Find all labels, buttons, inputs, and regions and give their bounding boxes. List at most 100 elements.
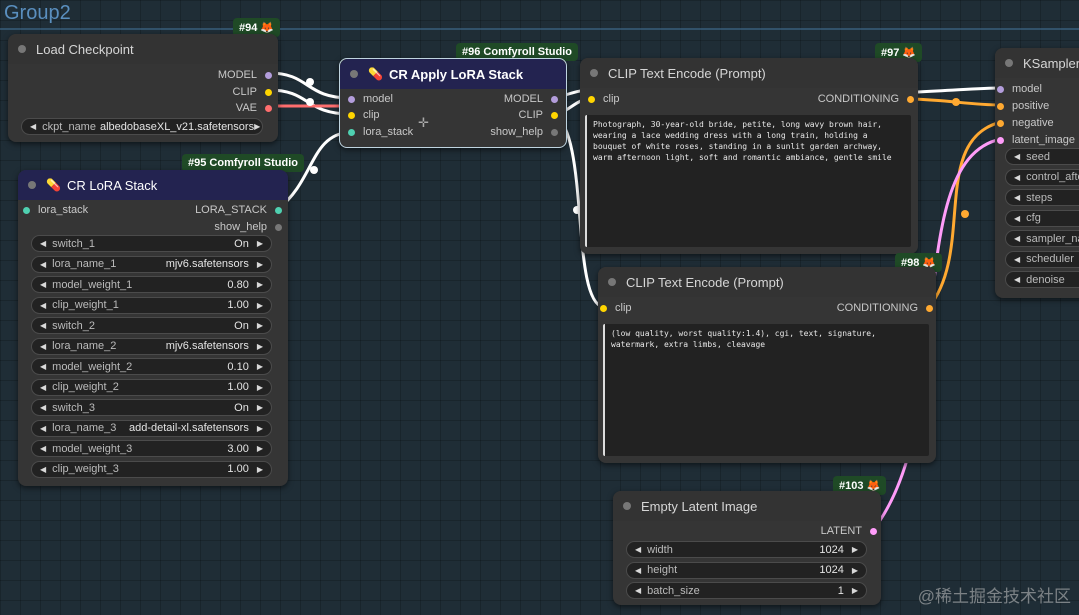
arrow-right-icon[interactable]: ▶ (257, 239, 263, 248)
empty-latent-image-node[interactable]: Empty Latent Image LATENT ◀ width 1024 ▶ ◀ he… (613, 491, 881, 605)
arrow-left-icon[interactable]: ◀ (40, 444, 46, 453)
input-negative[interactable]: negative (997, 117, 1054, 129)
widget-combo[interactable]: ◀ model_weight_1 0.80 ▶ (31, 276, 272, 293)
arrow-left-icon[interactable]: ◀ (40, 383, 46, 392)
arrow-right-icon[interactable]: ▶ (257, 260, 263, 269)
arrow-right-icon[interactable]: ▶ (257, 383, 263, 392)
collapse-dot[interactable] (1005, 59, 1013, 67)
input-lora-stack[interactable]: lora_stack (23, 204, 88, 216)
node-title-bar[interactable]: 💊 CR Apply LoRA Stack (340, 59, 566, 89)
input-lora-stack[interactable]: lora_stack (348, 126, 413, 138)
load-checkpoint-node[interactable]: Load Checkpoint MODEL CLIP VAE ◀ ckpt_na… (8, 34, 278, 142)
widget-combo[interactable]: ◀ clip_weight_3 1.00 ▶ (31, 460, 272, 478)
arrow-right-icon[interactable]: ▶ (257, 403, 263, 412)
arrow-left-icon[interactable]: ◀ (635, 586, 641, 595)
arrow-right-icon[interactable]: ▶ (257, 444, 263, 453)
collapse-dot[interactable] (608, 278, 616, 286)
node-title-bar[interactable]: KSampler (995, 48, 1079, 78)
ksampler-node[interactable]: KSampler model positive negative latent_… (995, 48, 1079, 298)
collapse-dot[interactable] (623, 502, 631, 510)
arrow-right-icon[interactable]: ▶ (257, 301, 263, 310)
widget-combo[interactable]: ◀ height 1024 ▶ (626, 561, 867, 579)
widget-combo[interactable]: ◀ batch_size 1 ▶ (626, 582, 867, 599)
widget-combo[interactable]: ◀ cfg (1005, 209, 1079, 227)
output-latent[interactable]: LATENT (821, 525, 877, 537)
arrow-right-icon[interactable]: ▶ (257, 280, 263, 289)
node-title-bar[interactable]: CLIP Text Encode (Prompt) (580, 58, 918, 88)
node-title-bar[interactable]: Empty Latent Image (613, 491, 881, 521)
arrow-left-icon[interactable]: ◀ (1014, 275, 1020, 284)
output-clip[interactable]: CLIP (233, 86, 272, 98)
node-title-bar[interactable]: Load Checkpoint (8, 34, 278, 64)
arrow-right-icon[interactable]: ▶ (257, 362, 263, 371)
clip-text-encode-positive-node[interactable]: CLIP Text Encode (Prompt) clip CONDITION… (580, 58, 918, 254)
arrow-left-icon[interactable]: ◀ (1014, 173, 1020, 182)
widget-combo[interactable]: ◀ lora_name_3 add-detail-xl.safetensors ▶ (31, 419, 272, 437)
widget-combo[interactable]: ◀ lora_name_1 mjv6.safetensors ▶ (31, 255, 272, 273)
arrow-right-icon[interactable]: ▶ (257, 424, 263, 433)
arrow-left-icon[interactable]: ◀ (1014, 152, 1020, 161)
widget-combo[interactable]: ◀ scheduler (1005, 250, 1079, 268)
arrow-left-icon[interactable]: ◀ (40, 321, 46, 330)
widget-combo[interactable]: ◀ switch_3 On ▶ (31, 399, 272, 416)
widget-combo[interactable]: ◀ control_after (1005, 168, 1079, 186)
input-model[interactable]: model (997, 83, 1042, 95)
arrow-left-icon[interactable]: ◀ (635, 545, 641, 554)
output-conditioning[interactable]: CONDITIONING (818, 93, 914, 105)
arrow-right-icon[interactable]: ▶ (852, 566, 858, 575)
widget-combo[interactable]: ◀ width 1024 ▶ (626, 541, 867, 558)
input-model[interactable]: model (348, 93, 393, 105)
output-clip[interactable]: CLIP (519, 109, 558, 121)
input-latent-image[interactable]: latent_image (997, 134, 1075, 146)
arrow-right-icon[interactable]: ▶ (257, 342, 263, 351)
arrow-left-icon[interactable]: ◀ (40, 403, 46, 412)
collapse-dot[interactable] (350, 70, 358, 78)
arrow-left-icon[interactable]: ◀ (1014, 234, 1020, 243)
input-clip[interactable]: clip (588, 93, 620, 105)
output-lora-stack[interactable]: LORA_STACK (195, 204, 282, 216)
prompt-text-positive[interactable]: Photograph, 30-year-old bride, petite, l… (585, 115, 911, 247)
widget-combo[interactable]: ◀ clip_weight_1 1.00 ▶ (31, 296, 272, 314)
widget-combo[interactable]: ◀ model_weight_2 0.10 ▶ (31, 358, 272, 375)
arrow-left-icon[interactable]: ◀ (1014, 255, 1020, 264)
widget-combo[interactable]: ◀ steps (1005, 189, 1079, 206)
arrow-right-icon[interactable]: ▶ (852, 586, 858, 595)
widget-combo[interactable]: ◀ model_weight_3 3.00 ▶ (31, 440, 272, 457)
output-show-help[interactable]: show_help (214, 221, 282, 233)
prompt-text-negative[interactable]: (low quality, worst quality:1.4), cgi, t… (603, 324, 929, 456)
arrow-left-icon[interactable]: ◀ (1014, 193, 1020, 202)
output-conditioning[interactable]: CONDITIONING (837, 302, 933, 314)
arrow-left-icon[interactable]: ◀ (40, 301, 46, 310)
cr-lora-stack-node[interactable]: 💊 CR LoRA Stack lora_stack LORA_STACK sh… (18, 170, 288, 486)
clip-text-encode-negative-node[interactable]: CLIP Text Encode (Prompt) clip CONDITION… (598, 267, 936, 463)
node-title-bar[interactable]: CLIP Text Encode (Prompt) (598, 267, 936, 297)
node-title-bar[interactable]: 💊 CR LoRA Stack (18, 170, 288, 200)
output-vae[interactable]: VAE (236, 102, 272, 114)
arrow-left-icon[interactable]: ◀ (635, 566, 641, 575)
ckpt-name-combo[interactable]: ◀ ckpt_name albedobaseXL_v21.safetensors… (21, 118, 263, 135)
widget-combo[interactable]: ◀ lora_name_2 mjv6.safetensors ▶ (31, 337, 272, 355)
input-positive[interactable]: positive (997, 100, 1049, 112)
widget-combo[interactable]: ◀ clip_weight_2 1.00 ▶ (31, 378, 272, 396)
collapse-dot[interactable] (18, 45, 26, 53)
collapse-dot[interactable] (28, 181, 36, 189)
arrow-left-icon[interactable]: ◀ (40, 280, 46, 289)
arrow-left-icon[interactable]: ◀ (40, 424, 46, 433)
widget-combo[interactable]: ◀ switch_2 On ▶ (31, 317, 272, 334)
widget-combo[interactable]: ◀ sampler_nam (1005, 230, 1079, 247)
input-clip[interactable]: clip (348, 109, 380, 121)
output-model[interactable]: MODEL (504, 93, 558, 105)
arrow-left-icon[interactable]: ◀ (1014, 214, 1020, 223)
widget-combo[interactable]: ◀ switch_1 On ▶ (31, 235, 272, 252)
widget-combo[interactable]: ◀ seed (1005, 148, 1079, 165)
cr-apply-lora-stack-node[interactable]: 💊 CR Apply LoRA Stack model clip lora_st… (339, 58, 567, 148)
arrow-right-icon[interactable]: ▶ (852, 545, 858, 554)
output-show-help[interactable]: show_help (490, 126, 558, 138)
collapse-dot[interactable] (590, 69, 598, 77)
output-model[interactable]: MODEL (218, 69, 272, 81)
arrow-left-icon[interactable]: ◀ (40, 260, 46, 269)
arrow-left-icon[interactable]: ◀ (40, 465, 46, 474)
arrow-right-icon[interactable]: ▶ (257, 465, 263, 474)
arrow-right-icon[interactable]: ▶ (257, 321, 263, 330)
input-clip[interactable]: clip (600, 302, 632, 314)
